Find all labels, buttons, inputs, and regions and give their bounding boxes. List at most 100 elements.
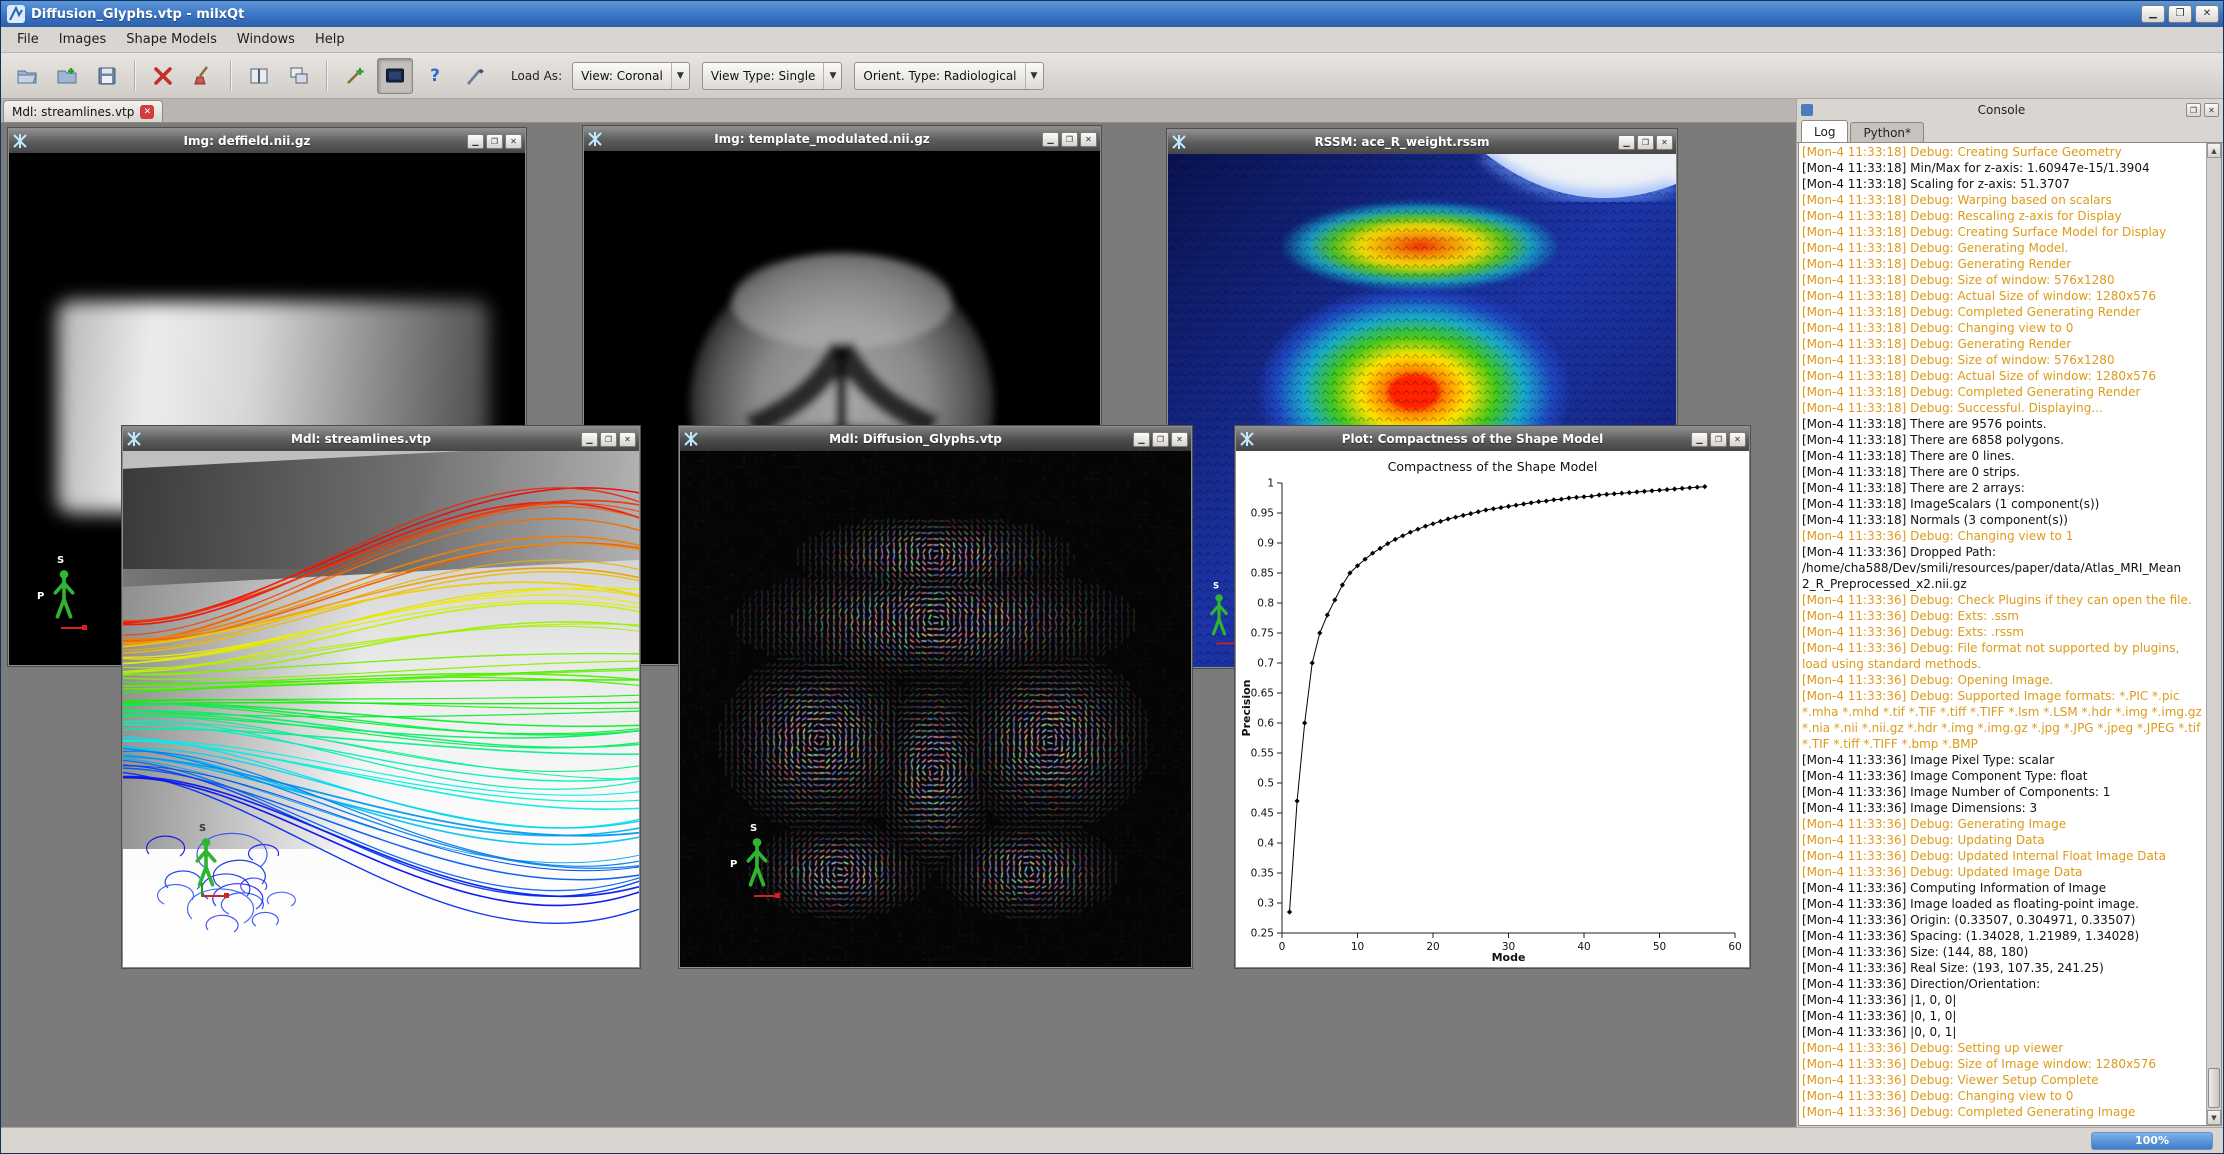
minimize-icon[interactable]: ▁ [1691, 431, 1708, 447]
open-file-button[interactable] [9, 58, 45, 94]
magic-wand-plus-icon [347, 67, 364, 84]
minimize-icon[interactable]: ▁ [581, 431, 598, 447]
streamlines-viewport[interactable]: S [123, 451, 639, 967]
menu-windows[interactable]: Windows [227, 28, 305, 51]
log-line: [Mon-4 11:33:36] Debug: Changing view to… [1802, 529, 2074, 543]
console-header[interactable]: Console ❐ ✕ [1797, 99, 2223, 121]
glyphs-viewport[interactable]: S P [680, 451, 1191, 967]
red-x-icon [154, 66, 172, 85]
tab-python[interactable]: Python* [1850, 122, 1925, 142]
log-line: [Mon-4 11:33:36] Debug: Changing view to… [1802, 1089, 2074, 1103]
log-line: [Mon-4 11:33:18] Debug: Changing view to… [1802, 321, 2074, 335]
clear-button[interactable] [185, 58, 221, 94]
window-diffusion-glyphs[interactable]: Mdl: Diffusion_Glyphs.vtp ▁ ❐ ✕ S P [679, 426, 1192, 968]
close-icon[interactable]: ✕ [1171, 431, 1188, 447]
menu-help[interactable]: Help [305, 28, 355, 51]
wand-add-button[interactable] [337, 58, 373, 94]
tab-mdl-streamlines[interactable]: Mdl: streamlines.vtp ✕ [3, 100, 164, 122]
window-titlebar[interactable]: Img: deffield.nii.gz ▁ ❐ ✕ [9, 129, 525, 153]
maximize-icon[interactable]: ❐ [1061, 131, 1078, 147]
window-titlebar[interactable]: Mdl: Diffusion_Glyphs.vtp ▁ ❐ ✕ [680, 427, 1191, 451]
close-icon[interactable]: ✕ [1656, 134, 1673, 150]
log-line: [Mon-4 11:33:36] Debug: Check Plugins if… [1802, 593, 2192, 607]
svg-text:0.45: 0.45 [1251, 808, 1274, 820]
log-line: [Mon-4 11:33:36] Debug: Supported Image … [1802, 689, 2180, 703]
toolbar-separator [134, 60, 136, 91]
minimize-icon[interactable]: ▁ [1042, 131, 1059, 147]
progress-bar: 100% [2091, 1131, 2213, 1150]
window-titlebar[interactable]: RSSM: ace_R_weight.rssm ▁ ❐ ✕ [1168, 130, 1676, 154]
log-line: [Mon-4 11:33:18] Debug: Generating Model… [1802, 241, 2069, 255]
mdi-area: Img: deffield.nii.gz ▁ ❐ ✕ S P Img: temp… [1, 123, 1796, 1127]
toolbar-separator [230, 60, 232, 91]
scroll-up-button[interactable]: ▲ [2207, 143, 2221, 158]
maximize-icon[interactable]: ❐ [600, 431, 617, 447]
close-icon[interactable]: ✕ [1729, 431, 1746, 447]
scroll-down-button[interactable]: ▼ [2207, 1110, 2221, 1125]
log-line: [Mon-4 11:33:36] Debug: Updating Data [1802, 833, 2045, 847]
menu-images[interactable]: Images [49, 28, 117, 51]
minimize-icon[interactable]: ▁ [467, 133, 484, 149]
tab-log[interactable]: Log [1801, 120, 1849, 142]
cascade-windows-button[interactable] [281, 58, 317, 94]
window-titlebar[interactable]: Mdl: streamlines.vtp ▁ ❐ ✕ [123, 427, 639, 451]
log-line: [Mon-4 11:33:36] Image Pixel Type: scala… [1802, 753, 2055, 767]
minimize-icon[interactable]: ▁ [1618, 134, 1635, 150]
log-line: [Mon-4 11:33:18] Debug: Size of window: … [1802, 353, 2115, 367]
console-float-button[interactable]: ❐ [2186, 103, 2201, 117]
view-type-combo[interactable]: View Type: Single ▼ [701, 61, 843, 90]
minimize-icon[interactable]: ▁ [2141, 5, 2165, 23]
svg-text:0.85: 0.85 [1251, 568, 1274, 580]
window-titlebar[interactable]: Plot: Compactness of the Shape Model ▁ ❐… [1236, 427, 1749, 451]
open-collection-button[interactable] [49, 58, 85, 94]
console-log[interactable]: [Mon-4 11:33:18] Debug: Creating Surface… [1799, 143, 2206, 1125]
svg-text:0: 0 [1279, 941, 1286, 953]
orientation-label-s: S [199, 823, 207, 834]
log-line: [Mon-4 11:33:36] Spacing: (1.34028, 1.21… [1802, 929, 2140, 943]
view-combo[interactable]: View: Coronal ▼ [572, 61, 690, 90]
maximize-icon[interactable]: ❐ [1637, 134, 1654, 150]
tab-close-icon[interactable]: ✕ [140, 104, 155, 119]
render-button[interactable] [457, 58, 493, 94]
window-titlebar[interactable]: Img: template_modulated.nii.gz ▁ ❐ ✕ [584, 127, 1100, 151]
maximize-icon[interactable]: ❐ [1152, 431, 1169, 447]
log-line: 2_R_Preprocessed_x2.nii.gz [1802, 577, 1967, 591]
window-plot[interactable]: Plot: Compactness of the Shape Model ▁ ❐… [1235, 426, 1750, 968]
close-icon[interactable]: ✕ [2195, 5, 2219, 23]
maximize-icon[interactable]: ❐ [2168, 5, 2192, 23]
console-scrollbar[interactable]: ▲ ▼ [2206, 143, 2221, 1125]
log-line: [Mon-4 11:33:36] Image Number of Compone… [1802, 785, 2111, 799]
save-button[interactable] [89, 58, 125, 94]
tile-windows-button[interactable] [241, 58, 277, 94]
close-icon[interactable]: ✕ [1080, 131, 1097, 147]
orientation-person-icon [1210, 594, 1228, 636]
help-button[interactable]: ? [417, 58, 453, 94]
axis-x-red [61, 625, 87, 630]
plot-canvas[interactable]: Compactness of the Shape Model 0.25 0.3 0.… [1236, 451, 1749, 967]
screenshot-button[interactable] [377, 57, 413, 94]
log-line: [Mon-4 11:33:18] ImageScalars (1 compone… [1802, 497, 2100, 511]
delete-button[interactable] [145, 58, 181, 94]
window-title: Plot: Compactness of the Shape Model [1341, 432, 1604, 446]
log-line: *.mha *.mhd *.tif *.TIF *.tiff *.TIFF *.… [1802, 705, 2202, 719]
log-line: *.nia *.nii *.nii.gz *.hdr *.img *.img.g… [1802, 721, 2201, 735]
log-line: [Mon-4 11:33:18] Debug: Warping based on… [1802, 193, 2112, 207]
scroll-thumb[interactable] [2208, 1068, 2220, 1108]
svg-text:Precision: Precision [1240, 680, 1253, 737]
console-close-button[interactable]: ✕ [2204, 103, 2219, 117]
floppy-save-icon [98, 67, 116, 84]
window-streamlines[interactable]: Mdl: streamlines.vtp ▁ ❐ ✕ S [122, 426, 640, 968]
log-line: [Mon-4 11:33:18] Debug: Generating Rende… [1802, 337, 2072, 351]
menu-file[interactable]: File [7, 28, 49, 51]
main-titlebar[interactable]: Diffusion_Glyphs.vtp - milxQt ▁ ❐ ✕ [1, 1, 2223, 27]
menu-shape-models[interactable]: Shape Models [116, 28, 227, 51]
maximize-icon[interactable]: ❐ [1710, 431, 1727, 447]
close-icon[interactable]: ✕ [619, 431, 636, 447]
maximize-icon[interactable]: ❐ [486, 133, 503, 149]
minimize-icon[interactable]: ▁ [1133, 431, 1150, 447]
close-icon[interactable]: ✕ [505, 133, 522, 149]
progress-value: 100% [2135, 1134, 2169, 1147]
log-line: [Mon-4 11:33:18] There are 2 arrays: [1802, 481, 2025, 495]
log-line: *.TIF *.tiff *.TIFF *.bmp *.BMP [1802, 737, 1978, 751]
orient-type-combo[interactable]: Orient. Type: Radiological ▼ [854, 61, 1044, 90]
